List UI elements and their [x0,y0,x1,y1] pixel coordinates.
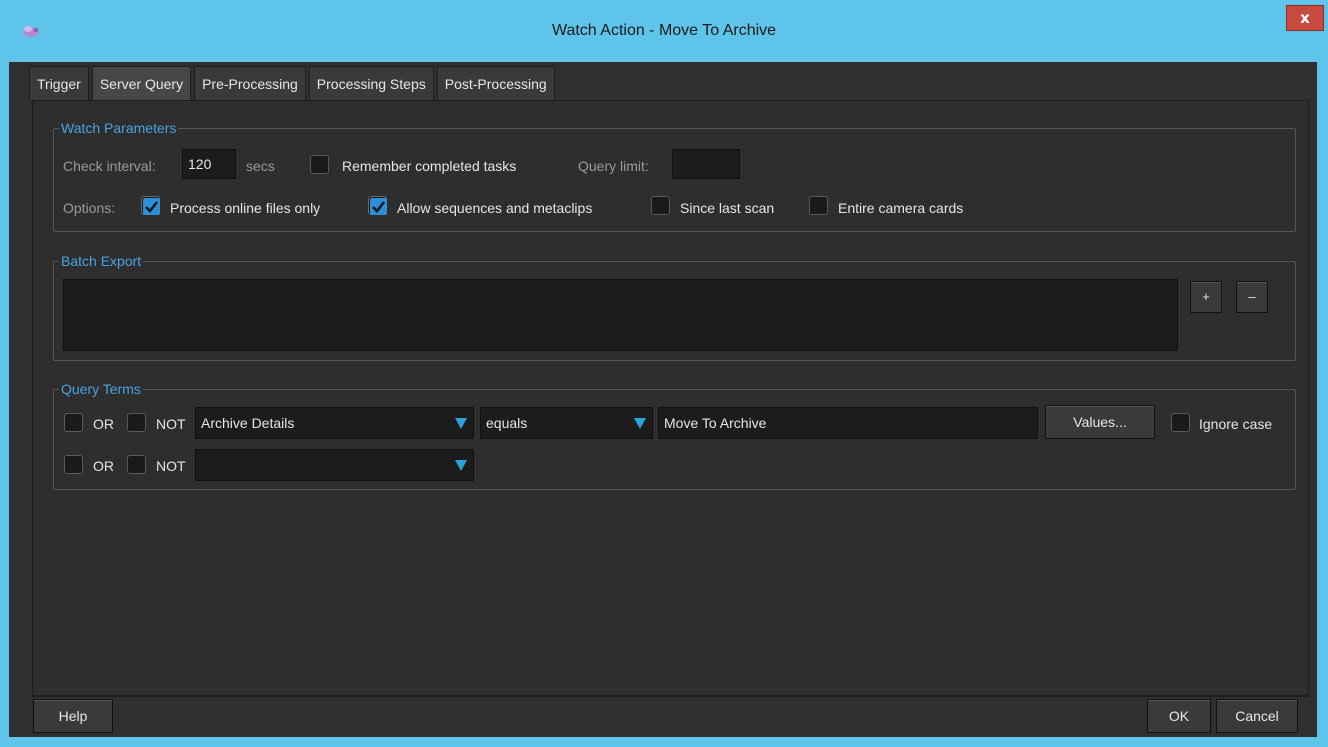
chevron-down-icon [455,418,467,429]
allow-sequences-checkbox[interactable] [368,196,387,215]
ok-button[interactable]: OK [1147,699,1211,733]
query-row-1-field-value: Archive Details [201,415,295,431]
entire-camera-cards-checkbox[interactable] [809,196,828,215]
batch-export-title: Batch Export [59,252,144,270]
query-row-2-field-dropdown[interactable] [195,449,474,481]
since-last-scan-label: Since last scan [680,200,775,216]
query-row-2-or-label: OR [93,458,114,474]
watch-parameters-title: Watch Parameters [59,119,179,137]
query-row-2-not-checkbox[interactable] [127,455,146,474]
query-row-1-or-label: OR [93,416,114,432]
chevron-down-icon [634,418,646,429]
query-row-2-or-checkbox[interactable] [64,455,83,474]
batch-export-list[interactable] [63,279,1178,351]
check-interval-input[interactable]: 120 [182,149,236,179]
query-terms-title: Query Terms [59,380,143,398]
title-bar[interactable]: Watch Action - Move To Archive x [0,0,1328,62]
remember-completed-checkbox[interactable] [310,155,329,174]
query-row-2-not-label: NOT [156,458,186,474]
query-row-1-not-label: NOT [156,416,186,432]
values-button[interactable]: Values... [1045,405,1155,439]
query-row-1-operator-dropdown[interactable]: equals [480,407,653,439]
add-batch-export-button[interactable]: + [1190,281,1222,313]
process-online-checkbox[interactable] [141,196,160,215]
options-label: Options: [63,200,116,216]
help-button[interactable]: Help [33,699,113,733]
tab-server-query[interactable]: Server Query [91,66,192,100]
entire-camera-cards-label: Entire camera cards [838,200,964,216]
since-last-scan-checkbox[interactable] [651,196,670,215]
allow-sequences-label: Allow sequences and metaclips [397,200,593,216]
tab-bar: Trigger Server Query Pre-Processing Proc… [29,66,558,100]
tab-post-processing[interactable]: Post-Processing [436,66,555,100]
checkmark-icon [143,198,160,215]
query-limit-input[interactable] [672,149,740,179]
cancel-button[interactable]: Cancel [1216,699,1298,733]
tab-trigger[interactable]: Trigger [29,66,89,100]
window-title: Watch Action - Move To Archive [551,22,777,39]
ignore-case-label: Ignore case [1199,416,1273,432]
close-button[interactable]: x [1286,5,1324,31]
query-row-1-field-dropdown[interactable]: Archive Details [195,407,474,439]
remember-completed-label: Remember completed tasks [342,158,517,174]
dialog-window: Watch Action - Move To Archive x Trigger… [0,0,1328,747]
check-interval-label: Check interval: [63,158,156,174]
chevron-down-icon [455,460,467,471]
tab-pre-processing[interactable]: Pre-Processing [194,66,306,100]
process-online-label: Process online files only [170,200,321,216]
ignore-case-checkbox[interactable] [1171,413,1190,432]
query-row-1-operator-value: equals [486,415,528,431]
remove-batch-export-button[interactable]: – [1236,281,1268,313]
query-row-1-or-checkbox[interactable] [64,413,83,432]
query-limit-label: Query limit: [578,158,649,174]
query-row-1-value-input[interactable]: Move To Archive [658,407,1038,439]
checkmark-icon [370,198,387,215]
secs-label: secs [246,158,275,174]
tab-processing-steps[interactable]: Processing Steps [308,66,434,100]
footer-divider [32,696,1309,697]
query-row-1-not-checkbox[interactable] [127,413,146,432]
